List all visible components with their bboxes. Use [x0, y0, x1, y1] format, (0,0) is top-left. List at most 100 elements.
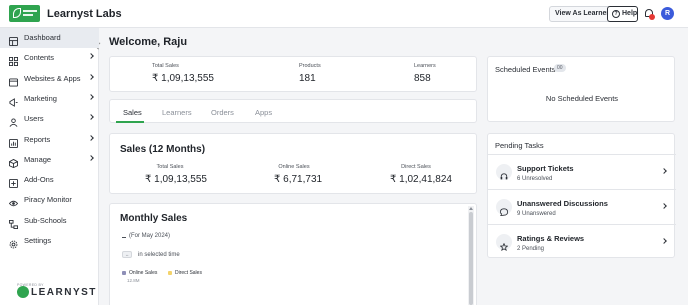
sidebar-item-add-ons[interactable]: Add-Ons — [0, 170, 99, 190]
chevron-right-icon — [661, 168, 667, 174]
chevron-right-icon — [661, 203, 667, 209]
direct-sales-legend-label[interactable]: Direct Sales — [175, 270, 202, 276]
sidebar-item-label: Sub-Schools — [24, 215, 67, 225]
eye-icon — [8, 195, 19, 207]
online-sales-legend-swatch — [122, 271, 126, 275]
task-status: 6 Unresolved — [517, 176, 553, 182]
chevron-right-icon — [88, 154, 94, 161]
chart-icon — [9, 135, 18, 148]
sidebar-item-users[interactable]: Users — [0, 109, 99, 129]
chevron-right-icon — [88, 53, 94, 60]
sidebar-item-label: Manage — [24, 154, 52, 164]
sidebar-item-sub-schools[interactable]: Sub-Schools — [0, 211, 99, 231]
user-avatar[interactable]: R — [661, 7, 674, 20]
sidebar-item-contents[interactable]: Contents — [0, 48, 99, 68]
help-button[interactable]: ? Help — [607, 6, 638, 22]
sales-12-months-card: Sales (12 Months) Total Sales ₹ 1,09,13,… — [109, 133, 477, 194]
headset-icon — [496, 164, 512, 180]
scheduled-events-title: Scheduled Events — [495, 65, 556, 74]
sidebar-item-websites-apps[interactable]: Websites & Apps — [0, 69, 99, 89]
sidebar-item-settings[interactable]: Settings — [0, 231, 99, 251]
products-value: 181 — [299, 73, 316, 84]
monthly-sales-card: Monthly Sales (For May 2024) ↔ in select… — [109, 203, 477, 305]
plus-square-icon — [9, 175, 18, 189]
learnyst-logo-icon — [17, 286, 29, 298]
direct-sales-legend-swatch — [168, 271, 172, 275]
user-icon — [9, 114, 18, 128]
sidebar-item-marketing[interactable]: Marketing — [0, 89, 99, 109]
pending-tasks-card: Pending Tasks Support Tickets 6 Unresolve… — [487, 133, 676, 259]
no-scheduled-events-text: No Scheduled Events — [545, 94, 619, 103]
pending-task-support-tickets[interactable]: Support Tickets 6 Unresolved — [488, 154, 676, 189]
welcome-heading: Welcome, Raju — [109, 36, 188, 48]
scroll-up-arrow-icon[interactable] — [469, 207, 473, 210]
online-sales-value: ₹ 6,71,731 — [274, 174, 323, 185]
chevron-right-icon — [661, 238, 667, 244]
pending-task-ratings-reviews[interactable]: Ratings & Reviews 2 Pending — [488, 224, 676, 259]
sidebar-item-label: Settings — [24, 236, 52, 245]
sidebar-item-label: Dashboard — [24, 33, 61, 42]
notification-bell-icon[interactable] — [644, 8, 655, 20]
task-status: 9 Unanswered — [517, 211, 556, 217]
chevron-right-icon — [88, 114, 94, 121]
active-tab-indicator — [116, 121, 144, 123]
total-sales-value: ₹ 1,09,13,555 — [152, 73, 214, 84]
selected-time-text: in selected time — [138, 252, 180, 258]
swap-arrows-icon: ↔ — [122, 251, 132, 258]
summary-card: Total Sales ₹ 1,09,13,555 Products 181 L… — [109, 56, 477, 92]
sidebar-item-label: Contents — [24, 53, 55, 63]
sales-total-label: Total Sales — [156, 164, 184, 170]
chevron-right-icon — [88, 134, 94, 141]
sales-total-value: ₹ 1,09,13,555 — [145, 174, 207, 185]
scheduled-events-card: Scheduled Events 00 No Scheduled Events — [487, 56, 675, 122]
learners-label: Learners — [414, 63, 436, 69]
direct-sales-label: Direct Sales — [401, 164, 431, 170]
tab-apps[interactable]: Apps — [255, 108, 272, 117]
chat-bubble-icon — [496, 199, 512, 217]
sidebar-item-label: Piracy Monitor — [24, 195, 72, 205]
cube-icon — [9, 155, 18, 168]
scheduled-events-count-badge: 00 — [554, 64, 566, 72]
sidebar-item-piracy-monitor[interactable]: Piracy Monitor — [0, 190, 99, 210]
online-sales-label: Online Sales — [278, 164, 310, 170]
grid-icon — [9, 53, 18, 67]
tab-bar: Sales Learners Orders Apps — [109, 99, 477, 123]
sidebar-item-label: Add-Ons — [24, 175, 54, 185]
notification-dot — [649, 14, 655, 20]
y-axis-tick: 12.8M — [127, 278, 140, 283]
monthly-period: (For May 2024) — [129, 233, 171, 239]
main-scrollbar[interactable] — [468, 206, 474, 305]
chevron-right-icon — [88, 73, 94, 80]
dash-icon — [122, 237, 126, 238]
org-logo[interactable] — [9, 5, 40, 22]
megaphone-icon — [9, 94, 18, 107]
scroll-thumb[interactable] — [469, 212, 473, 305]
branch-icon — [9, 216, 18, 229]
leaf-icon — [13, 8, 21, 18]
sidebar-item-dashboard[interactable]: Dashboard — [0, 28, 99, 48]
pending-tasks-title: Pending Tasks — [495, 141, 544, 150]
powered-by-learnyst: POWERED BY LEARNYST — [17, 283, 95, 300]
sidebar-item-label: Reports — [24, 134, 51, 144]
top-bar: Learnyst Labs View As Learner ? Help R — [0, 0, 688, 28]
products-label: Products — [299, 63, 321, 69]
tab-sales[interactable]: Sales — [123, 108, 142, 117]
sidebar-item-label: Users — [24, 114, 44, 124]
browser-icon — [9, 74, 18, 87]
pending-task-unanswered-discussions[interactable]: Unanswered Discussions 9 Unanswered — [488, 189, 676, 224]
star-icon — [496, 234, 512, 252]
question-icon: ? — [612, 10, 620, 18]
dashboard-icon — [9, 33, 18, 46]
task-name: Unanswered Discussions — [517, 199, 608, 208]
help-label: Help — [622, 10, 638, 17]
sidebar-item-label: Websites & Apps — [24, 73, 81, 83]
tab-learners[interactable]: Learners — [162, 108, 192, 117]
sidebar-item-reports[interactable]: Reports — [0, 130, 99, 150]
sales-card-title: Sales (12 Months) — [120, 144, 206, 155]
online-sales-legend-label[interactable]: Online Sales — [129, 270, 157, 276]
total-sales-label: Total Sales — [152, 63, 179, 69]
view-as-learner-button[interactable]: View As Learner — [549, 6, 616, 22]
learners-value: 858 — [414, 73, 431, 84]
tab-orders[interactable]: Orders — [211, 108, 234, 117]
sidebar-item-manage[interactable]: Manage — [0, 150, 99, 170]
